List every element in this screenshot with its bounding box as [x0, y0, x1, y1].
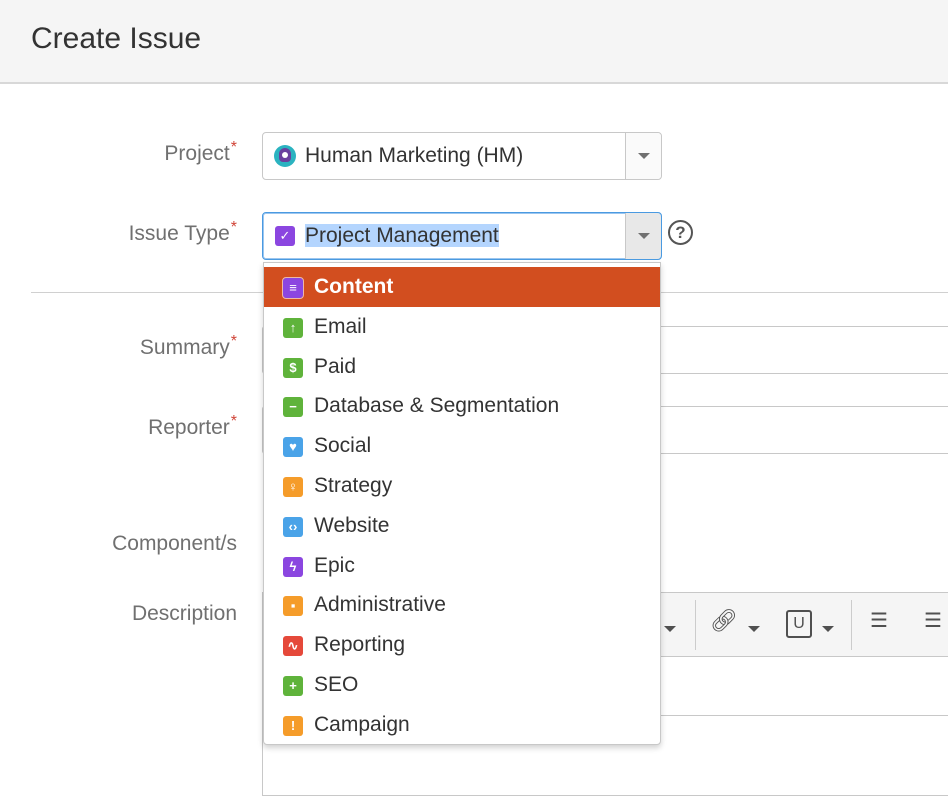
summary-label: Summary* — [139, 333, 237, 359]
epic-icon: ϟ — [283, 556, 303, 577]
issue-type-option-label: Epic — [314, 553, 355, 577]
issue-type-option-label: Database & Segmentation — [314, 394, 560, 418]
issue-type-value: Project Management — [305, 224, 499, 247]
issue-type-option[interactable]: + SEO — [264, 665, 660, 705]
strategy-icon: ♀ — [283, 477, 303, 497]
issue-type-option[interactable]: ‹› Website — [264, 506, 660, 546]
required-marker: * — [230, 413, 237, 430]
website-icon: ‹› — [283, 516, 303, 537]
issue-type-option[interactable]: − Database & Segmentation — [264, 386, 660, 426]
social-icon: ♥ — [283, 437, 303, 458]
required-marker: * — [230, 139, 237, 156]
issue-type-option-label: Strategy — [314, 474, 393, 497]
issue-type-option-label: Website — [314, 513, 390, 537]
project-dropdown-toggle[interactable] — [625, 133, 661, 179]
content-icon: ≡ — [282, 277, 304, 299]
issue-type-option[interactable]: ▪ Administrative — [264, 585, 660, 625]
issue-type-option[interactable]: ♀ Strategy — [264, 466, 660, 506]
issue-type-option[interactable]: ϟ Epic — [264, 546, 660, 586]
issue-type-option-label: Campaign — [314, 712, 410, 736]
attachment-icon[interactable]: U — [786, 610, 812, 638]
campaign-icon: ! — [283, 715, 303, 736]
chevron-down-icon — [638, 153, 650, 159]
issue-type-dropdown-list: ≡ Content ↑ Email $ Paid − Database & Segmentat… — [263, 262, 661, 745]
text-style-dropdown[interactable] — [664, 626, 676, 632]
project-label: Project* — [164, 139, 237, 165]
link-dropdown[interactable] — [748, 626, 760, 632]
email-icon: ↑ — [283, 317, 303, 338]
required-marker: * — [230, 333, 237, 350]
issue-type-label: Issue Type* — [128, 219, 237, 245]
reporting-icon: ∿ — [283, 636, 303, 657]
issue-type-option[interactable]: $ Paid — [264, 347, 660, 387]
database-icon: − — [283, 397, 303, 418]
project-select[interactable]: Human Marketing (HM) — [262, 132, 662, 180]
dialog-header: Create Issue — [0, 0, 948, 84]
issue-type-option[interactable]: ↑ Email — [264, 307, 660, 347]
issue-type-option-label: Content — [314, 275, 394, 298]
issue-type-option-label: Reporting — [314, 633, 406, 657]
dialog-title: Create Issue — [31, 22, 202, 55]
toolbar-divider — [695, 600, 696, 650]
paid-icon: $ — [283, 357, 303, 378]
issue-type-dropdown-toggle[interactable] — [625, 213, 661, 259]
components-label: Component/s — [112, 532, 237, 555]
link-icon[interactable]: 🔗︎ — [710, 608, 738, 634]
issue-type-select[interactable]: ✓ Project Management — [262, 212, 662, 260]
issue-type-option-label: Administrative — [314, 593, 446, 617]
project-management-icon: ✓ — [275, 226, 295, 246]
administrative-icon: ▪ — [283, 596, 303, 617]
issue-type-option[interactable]: ♥ Social — [264, 426, 660, 466]
issue-type-option[interactable]: ∿ Reporting — [264, 625, 660, 665]
bullet-list-icon[interactable]: ☰ — [870, 608, 888, 633]
toolbar-divider — [851, 600, 852, 650]
help-icon[interactable]: ? — [668, 220, 693, 245]
project-value: Human Marketing (HM) — [305, 144, 524, 167]
issue-type-option[interactable]: ! Campaign — [264, 705, 660, 745]
chevron-down-icon — [638, 233, 650, 239]
issue-type-option-label: Social — [314, 434, 372, 458]
numbered-list-icon[interactable]: ☰ — [924, 608, 942, 633]
seo-icon: + — [283, 676, 303, 696]
project-avatar-icon — [274, 145, 296, 167]
issue-type-option-label: SEO — [314, 673, 359, 696]
reporter-label: Reporter* — [148, 413, 237, 439]
issue-type-option-label: Email — [314, 314, 367, 338]
issue-type-option[interactable]: ≡ Content — [264, 267, 660, 307]
description-label: Description — [131, 602, 237, 625]
required-marker: * — [230, 219, 237, 236]
issue-type-input[interactable]: Project Management — [305, 224, 499, 248]
issue-type-option-label: Paid — [314, 354, 357, 378]
attachment-dropdown[interactable] — [822, 626, 834, 632]
